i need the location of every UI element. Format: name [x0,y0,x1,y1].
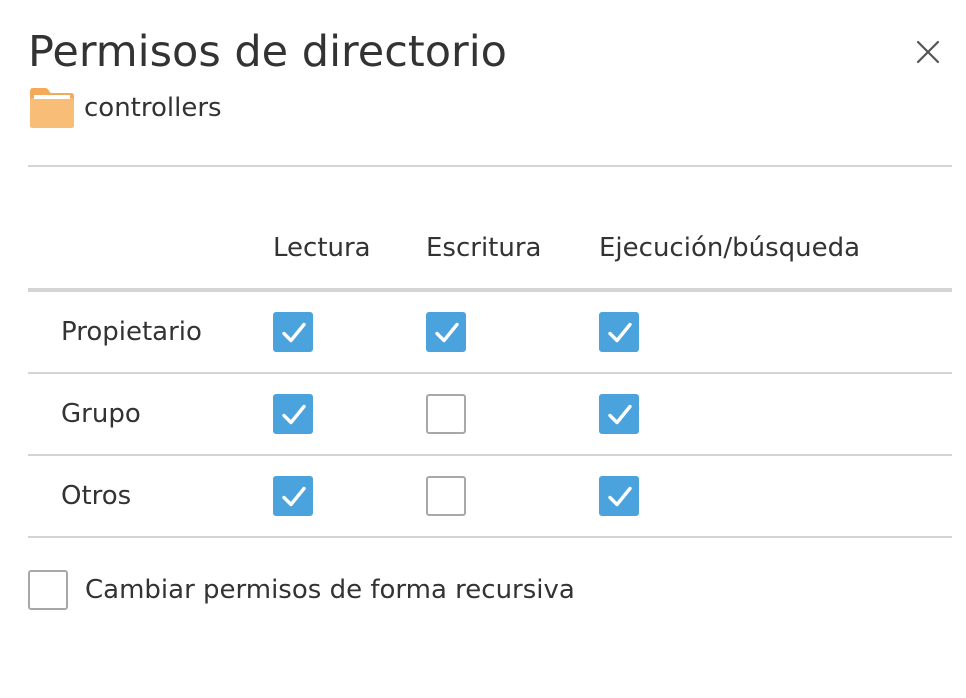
column-header-execute: Ejecución/búsqueda [599,233,861,263]
group-write-checkbox[interactable] [426,394,466,434]
row-label: Grupo [61,399,141,429]
recursive-option[interactable]: Cambiar permisos de forma recursiva [28,570,575,610]
recursive-label: Cambiar permisos de forma recursiva [85,575,575,605]
others-execute-checkbox[interactable] [599,476,639,516]
permissions-dialog: Permisos de directorio controllers Lectu… [0,0,966,698]
folder-info: controllers [28,86,222,130]
permission-row-owner: Propietario [28,292,952,374]
others-read-checkbox[interactable] [273,476,313,516]
permission-row-others: Otros [28,456,952,538]
checkmark-icon [608,404,632,425]
close-icon [916,40,940,64]
column-header-read: Lectura [273,233,371,263]
permission-row-group: Grupo [28,374,952,456]
row-label: Propietario [61,317,202,347]
recursive-checkbox[interactable] [28,570,68,610]
checkmark-icon [608,322,632,343]
close-button[interactable] [910,34,946,70]
checkmark-icon [282,486,306,507]
folder-name: controllers [84,93,222,123]
checkmark-icon [282,322,306,343]
checkmark-icon [435,322,459,343]
folder-icon [30,88,74,128]
column-header-write: Escritura [426,233,542,263]
divider [28,165,952,167]
owner-execute-checkbox[interactable] [599,312,639,352]
row-label: Otros [61,481,132,511]
group-read-checkbox[interactable] [273,394,313,434]
owner-write-checkbox[interactable] [426,312,466,352]
dialog-title: Permisos de directorio [28,27,507,77]
others-write-checkbox[interactable] [426,476,466,516]
group-execute-checkbox[interactable] [599,394,639,434]
owner-read-checkbox[interactable] [273,312,313,352]
checkmark-icon [282,404,306,425]
checkmark-icon [608,486,632,507]
